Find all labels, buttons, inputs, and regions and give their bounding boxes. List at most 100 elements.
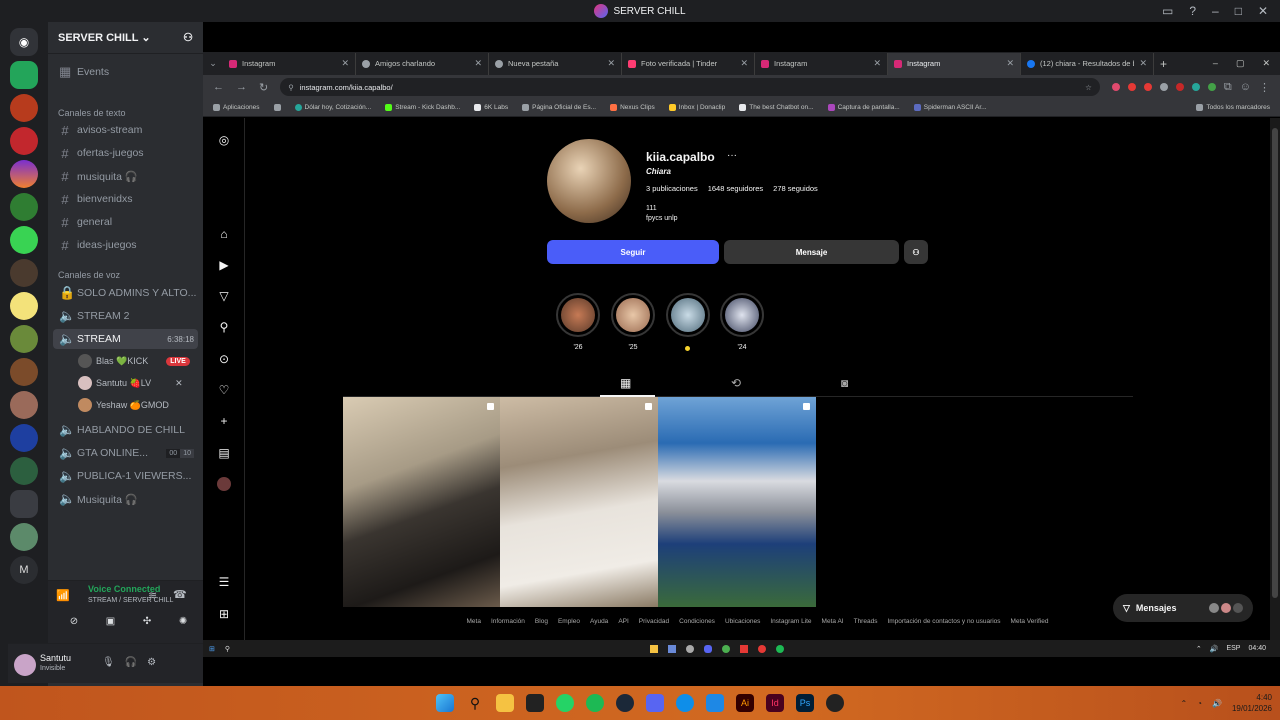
tab-amigos[interactable]: Amigos charlando ✕ (356, 52, 489, 75)
server-icon[interactable] (10, 391, 38, 419)
follow-button[interactable]: Seguir (547, 240, 719, 264)
server-icon[interactable] (10, 226, 38, 254)
voice-category[interactable]: Canales de voz (58, 270, 120, 280)
bookmark-item[interactable]: Captura de pantalla... (827, 104, 900, 111)
minimize-button[interactable]: – (1213, 58, 1218, 69)
options-dots-icon[interactable]: ··· (727, 150, 737, 161)
bookmark-item[interactable]: Página Oficial de Es... (522, 104, 596, 111)
following-count[interactable]: 278 seguidos (773, 184, 818, 193)
tray-lang[interactable]: ESP (1226, 645, 1240, 653)
server-icon[interactable] (10, 325, 38, 353)
tab-instagram-active[interactable]: Instagram ✕ (888, 52, 1021, 75)
signal-icon[interactable]: 📶 (56, 589, 70, 602)
story-highlight[interactable] (720, 293, 764, 337)
footer-link[interactable]: Información (491, 618, 525, 632)
server-icon[interactable]: M (10, 556, 38, 584)
footer-link[interactable]: Instagram Lite (770, 618, 811, 632)
tab-facebook[interactable]: (12) chiara - Resultados de bús... ✕ (1021, 52, 1154, 75)
footer-link[interactable]: Blog (535, 618, 548, 632)
close-tab-icon[interactable]: ✕ (341, 58, 349, 69)
file-explorer-icon[interactable] (496, 694, 514, 712)
disconnect-icon[interactable]: ☎ (173, 588, 187, 601)
tray-time[interactable]: 04:40 (1248, 645, 1266, 653)
text-category[interactable]: Canales de texto (58, 108, 126, 118)
folder-icon[interactable] (10, 490, 38, 518)
reload-icon[interactable]: ↻ (259, 81, 268, 94)
server-icon[interactable] (10, 259, 38, 287)
voice-channel-admins[interactable]: 🔒 SOLO ADMINS Y ALTO... (53, 283, 198, 303)
channel-musiquita[interactable]: # musiquita 🎧 (53, 166, 198, 186)
bookmark-star-icon[interactable]: ☆ (1085, 83, 1092, 92)
server-header[interactable]: SERVER CHILL ⌄ ⚇ (48, 22, 203, 54)
server-icon[interactable] (10, 193, 38, 221)
extension-icon[interactable] (1207, 83, 1216, 91)
discord-home-icon[interactable]: ◉ (10, 28, 38, 56)
app-icon[interactable] (758, 644, 767, 653)
server-icon[interactable] (10, 127, 38, 155)
notifications-heart-icon[interactable]: ♡ (217, 383, 231, 397)
microphone-icon[interactable]: 🎙 (102, 657, 115, 668)
scrollbar-thumb[interactable] (1272, 128, 1278, 598)
voice-channel-musiquita[interactable]: 🔈 Musiquita 🎧 (53, 489, 198, 509)
settings-gear-icon[interactable]: ⚙ (147, 657, 156, 668)
server-icon[interactable] (10, 94, 38, 122)
search-icon[interactable]: ⚲ (225, 645, 230, 653)
back-icon[interactable]: ← (213, 81, 224, 93)
volume-icon[interactable]: 🔊 (1212, 699, 1222, 708)
voice-user[interactable]: Blas 💚KICK LIVE (78, 352, 190, 370)
bookmark-item[interactable]: Stream - Kick Dashb... (385, 104, 460, 111)
profile-avatar-icon[interactable] (217, 477, 231, 491)
channel-ideas-juegos[interactable]: # ideas-juegos (53, 235, 198, 255)
server-icon[interactable] (10, 292, 38, 320)
clock-date[interactable]: 19/01/2026 (1232, 703, 1272, 714)
messages-button[interactable]: ▽ Mensajes (1113, 594, 1253, 622)
followers-count[interactable]: 1648 seguidores (708, 184, 763, 193)
footer-link[interactable]: Importación de contactos y no usuarios (887, 618, 1000, 632)
channel-avisos-stream[interactable]: # avisos-stream (53, 120, 198, 140)
bookmark-item[interactable]: Aplicaciones (213, 104, 260, 111)
also-from-meta-icon[interactable]: ⊞ (217, 607, 231, 621)
soundboard-icon[interactable]: ✺ (179, 616, 187, 636)
close-tab-icon[interactable]: ✕ (740, 58, 748, 69)
add-user-icon[interactable]: ⚇ (183, 31, 193, 44)
camera-off-icon[interactable]: ⊘ (70, 616, 78, 636)
footer-link[interactable]: Condiciones (679, 618, 715, 632)
voice-user[interactable]: Yeshaw 🍊GMOD (78, 396, 169, 414)
message-button[interactable]: Mensaje (724, 240, 899, 264)
explorer-icon[interactable] (650, 644, 659, 653)
tagged-tab-icon[interactable]: ◙ (841, 376, 848, 390)
bookmark-item[interactable]: The best Chatbot on... (739, 104, 814, 111)
headphones-icon[interactable]: 🎧 (125, 657, 137, 668)
inbox-icon[interactable]: ▭ (1162, 4, 1173, 18)
indesign-icon[interactable]: Id (766, 694, 784, 712)
voice-user[interactable]: Santutu 🍓LV ✕ (78, 374, 183, 392)
forward-icon[interactable]: → (236, 81, 247, 93)
channel-general[interactable]: # general (53, 212, 198, 232)
voice-channel-stream[interactable]: 🔈 STREAM 6:38:18 (53, 329, 198, 349)
home-icon[interactable]: ⌂ (217, 227, 231, 241)
post-thumbnail[interactable] (658, 397, 816, 607)
create-plus-icon[interactable]: + (217, 414, 231, 428)
help-icon[interactable]: ? (1189, 4, 1196, 18)
story-highlight[interactable] (666, 293, 710, 337)
app-icon[interactable] (686, 644, 695, 653)
server-icon[interactable] (10, 61, 38, 89)
maximize-button[interactable]: ▢ (1236, 58, 1245, 69)
profile-picture[interactable] (547, 139, 631, 223)
close-tab-icon[interactable]: ✕ (1006, 58, 1014, 69)
windows-start-icon[interactable] (436, 694, 454, 712)
close-button[interactable]: ✕ (1262, 58, 1270, 69)
post-thumbnail[interactable] (343, 397, 500, 607)
more-menu-icon[interactable]: ☰ (217, 575, 231, 589)
activities-icon[interactable]: ✣ (143, 616, 151, 636)
extension-icon[interactable] (1159, 83, 1168, 91)
footer-link[interactable]: Meta AI (822, 618, 844, 632)
channel-ofertas-juegos[interactable]: # ofertas-juegos (53, 143, 198, 163)
dashboard-icon[interactable]: ▤ (217, 446, 231, 460)
close-tab-icon[interactable]: ✕ (474, 58, 482, 69)
footer-link[interactable]: Meta Verified (1011, 618, 1049, 632)
windows-start-icon[interactable]: ⊞ (209, 645, 215, 653)
bookmark-item[interactable] (273, 104, 281, 111)
voice-channel-gta[interactable]: 🔈 GTA ONLINE... 00 10 (53, 443, 198, 463)
app-icon[interactable] (706, 694, 724, 712)
